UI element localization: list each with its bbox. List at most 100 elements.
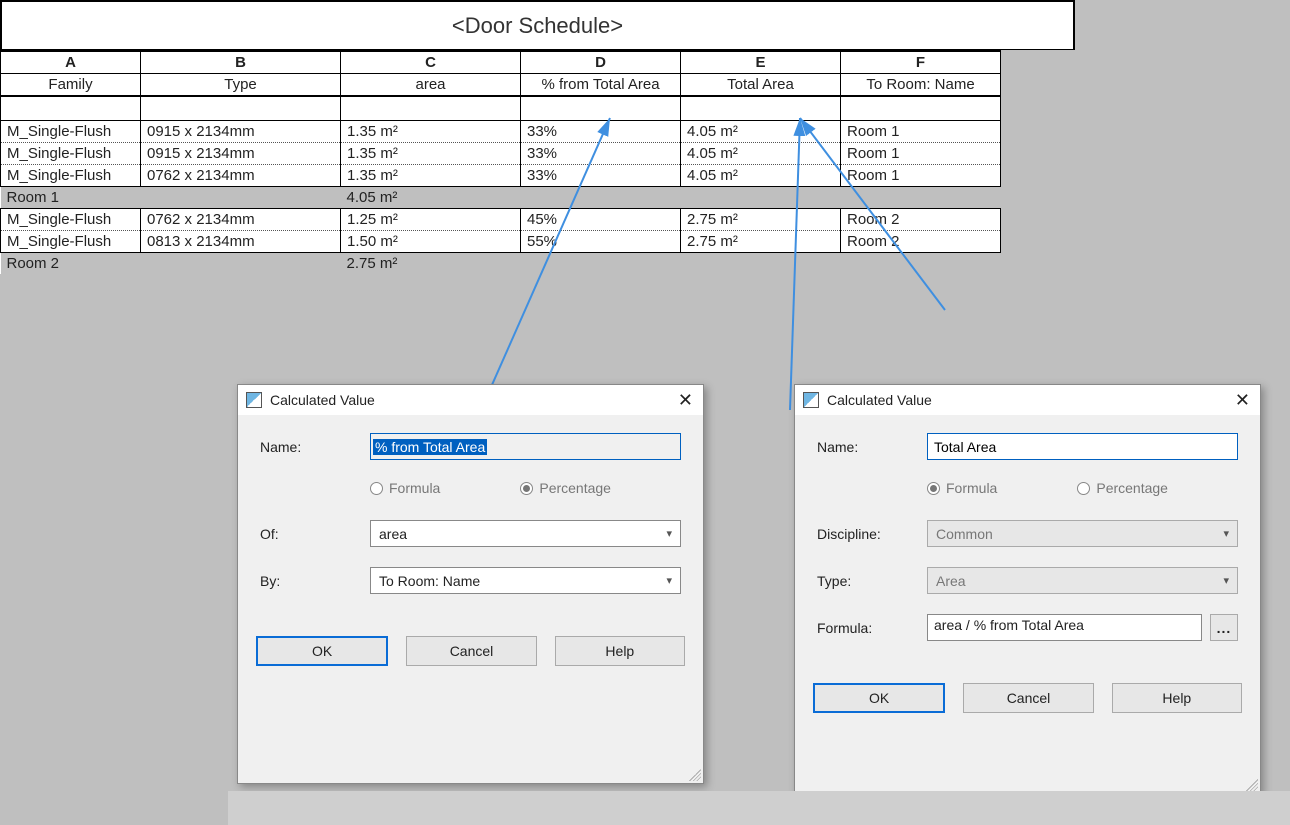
summary-cell: Room 1 <box>1 186 141 208</box>
summary-cell <box>681 186 841 208</box>
table-cell[interactable]: 1.35 m² <box>341 164 521 186</box>
summary-cell: 4.05 m² <box>341 186 521 208</box>
summary-cell <box>141 252 341 274</box>
column-header: E <box>681 51 841 74</box>
table-cell[interactable]: 55% <box>521 230 681 252</box>
close-icon[interactable]: ✕ <box>678 391 693 409</box>
table-cell[interactable]: M_Single-Flush <box>1 164 141 186</box>
column-header: Type <box>141 74 341 97</box>
table-cell[interactable]: 4.05 m² <box>681 120 841 142</box>
close-icon[interactable]: ✕ <box>1235 391 1250 409</box>
chevron-down-icon: ▾ <box>1223 574 1229 587</box>
summary-cell <box>841 186 1001 208</box>
table-cell[interactable]: 4.05 m² <box>681 164 841 186</box>
table-cell[interactable]: 4.05 m² <box>681 142 841 164</box>
discipline-combo: Common ▾ <box>927 520 1238 547</box>
column-header: area <box>341 74 521 97</box>
dialog-icon <box>803 392 819 408</box>
of-label: Of: <box>260 526 370 542</box>
calculated-value-dialog-formula: Calculated Value ✕ Name: Formula Percent… <box>794 384 1261 794</box>
table-cell[interactable]: 0813 x 2134mm <box>141 230 341 252</box>
type-label: Type: <box>817 573 927 589</box>
table-cell[interactable]: M_Single-Flush <box>1 230 141 252</box>
table-cell[interactable]: M_Single-Flush <box>1 208 141 230</box>
formula-input[interactable]: area / % from Total Area <box>927 614 1202 641</box>
table-cell[interactable]: 0915 x 2134mm <box>141 120 341 142</box>
table-cell[interactable]: 2.75 m² <box>681 230 841 252</box>
door-schedule: <Door Schedule> ABCDEFFamilyTypearea% fr… <box>0 0 1075 274</box>
radio-formula: Formula <box>927 480 997 496</box>
column-header: B <box>141 51 341 74</box>
formula-browse-button[interactable]: ... <box>1210 614 1238 641</box>
column-header: To Room: Name <box>841 74 1001 97</box>
column-header: F <box>841 51 1001 74</box>
name-input[interactable] <box>927 433 1238 460</box>
of-combo[interactable]: area ▾ <box>370 520 681 547</box>
discipline-combo-value: Common <box>936 526 993 542</box>
table-cell[interactable]: Room 1 <box>841 142 1001 164</box>
table-cell[interactable]: Room 1 <box>841 120 1001 142</box>
summary-cell <box>521 186 681 208</box>
table-cell[interactable]: 1.50 m² <box>341 230 521 252</box>
spacer <box>341 96 521 120</box>
column-header: Total Area <box>681 74 841 97</box>
cancel-button[interactable]: Cancel <box>406 636 536 666</box>
dialog-title: Calculated Value <box>270 392 375 408</box>
schedule-title: <Door Schedule> <box>0 0 1075 50</box>
table-cell[interactable]: 33% <box>521 164 681 186</box>
table-cell[interactable]: 33% <box>521 142 681 164</box>
resize-grip[interactable] <box>1246 779 1258 791</box>
spacer <box>681 96 841 120</box>
table-cell[interactable]: 45% <box>521 208 681 230</box>
table-cell[interactable]: 0762 x 2134mm <box>141 164 341 186</box>
table-cell[interactable]: Room 1 <box>841 164 1001 186</box>
help-button[interactable]: Help <box>1112 683 1242 713</box>
by-label: By: <box>260 573 370 589</box>
by-combo[interactable]: To Room: Name ▾ <box>370 567 681 594</box>
table-cell[interactable]: 2.75 m² <box>681 208 841 230</box>
radio-formula: Formula <box>370 480 440 496</box>
chevron-down-icon: ▾ <box>1223 527 1229 540</box>
spacer <box>1 96 141 120</box>
column-header: D <box>521 51 681 74</box>
type-combo: Area ▾ <box>927 567 1238 594</box>
calculated-value-dialog-percentage: Calculated Value ✕ Name: % from Total Ar… <box>237 384 704 784</box>
column-header: C <box>341 51 521 74</box>
table-cell[interactable]: 1.35 m² <box>341 120 521 142</box>
radio-percentage: Percentage <box>520 480 611 496</box>
table-cell[interactable]: M_Single-Flush <box>1 142 141 164</box>
cancel-button[interactable]: Cancel <box>963 683 1093 713</box>
dialog-title: Calculated Value <box>827 392 932 408</box>
schedule-table[interactable]: ABCDEFFamilyTypearea% from Total AreaTot… <box>0 50 1001 274</box>
summary-cell <box>521 252 681 274</box>
name-label: Name: <box>260 439 370 455</box>
ok-button[interactable]: OK <box>256 636 388 666</box>
table-cell[interactable]: 0915 x 2134mm <box>141 142 341 164</box>
summary-cell <box>681 252 841 274</box>
resize-grip[interactable] <box>689 769 701 781</box>
table-cell[interactable]: 1.35 m² <box>341 142 521 164</box>
column-header: Family <box>1 74 141 97</box>
radio-percentage: Percentage <box>1077 480 1168 496</box>
name-input[interactable]: % from Total Area <box>370 433 681 460</box>
ok-button[interactable]: OK <box>813 683 945 713</box>
table-cell[interactable]: Room 2 <box>841 230 1001 252</box>
summary-cell <box>141 186 341 208</box>
by-combo-value: To Room: Name <box>379 573 480 589</box>
table-cell[interactable]: Room 2 <box>841 208 1001 230</box>
help-button[interactable]: Help <box>555 636 685 666</box>
name-input-value: % from Total Area <box>373 439 487 455</box>
table-cell[interactable]: 33% <box>521 120 681 142</box>
spacer <box>521 96 681 120</box>
table-cell[interactable]: M_Single-Flush <box>1 120 141 142</box>
dialog-icon <box>246 392 262 408</box>
table-cell[interactable]: 0762 x 2134mm <box>141 208 341 230</box>
summary-cell: Room 2 <box>1 252 141 274</box>
of-combo-value: area <box>379 526 407 542</box>
column-header: % from Total Area <box>521 74 681 97</box>
table-cell[interactable]: 1.25 m² <box>341 208 521 230</box>
chevron-down-icon: ▾ <box>666 574 672 587</box>
chevron-down-icon: ▾ <box>666 527 672 540</box>
summary-cell <box>841 252 1001 274</box>
formula-label: Formula: <box>817 620 927 636</box>
